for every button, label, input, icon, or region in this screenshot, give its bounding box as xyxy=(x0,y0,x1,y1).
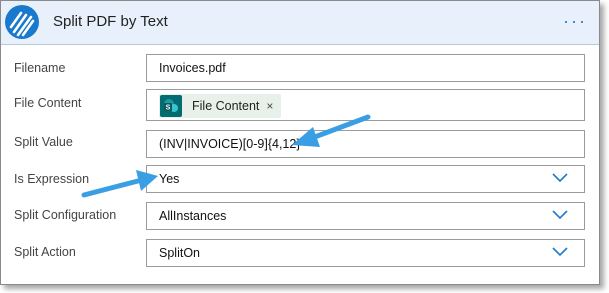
split-value-value: (INV|INVOICE)[0-9]{4,12} xyxy=(159,137,301,151)
is-expression-row: Is Expression Yes xyxy=(1,165,599,195)
file-content-label: File Content xyxy=(14,96,82,110)
file-content-input[interactable]: S File Content × xyxy=(146,89,585,121)
split-value-label: Split Value xyxy=(14,135,73,149)
chevron-down-icon[interactable] xyxy=(552,173,568,183)
split-value-row: Split Value (INV|INVOICE)[0-9]{4,12} xyxy=(1,130,599,160)
sharepoint-icon: S xyxy=(160,95,182,117)
split-value-input[interactable]: (INV|INVOICE)[0-9]{4,12} xyxy=(146,130,585,158)
action-card: Split PDF by Text ··· Filename Invoices.… xyxy=(0,0,600,285)
filename-row: Filename Invoices.pdf xyxy=(1,54,599,84)
is-expression-value: Yes xyxy=(159,172,180,186)
remove-token-icon[interactable]: × xyxy=(266,99,273,113)
token-label: File Content xyxy=(192,99,260,113)
dynamic-content-token[interactable]: S File Content × xyxy=(159,94,282,118)
more-options-icon[interactable]: ··· xyxy=(563,11,587,32)
filename-label: Filename xyxy=(14,61,66,75)
split-action-value: SplitOn xyxy=(159,246,200,260)
svg-text:S: S xyxy=(166,105,171,112)
split-action-label: Split Action xyxy=(14,245,76,259)
stripes-logo-icon xyxy=(5,5,39,39)
file-content-row: File Content S File Content × xyxy=(1,89,599,123)
chevron-down-icon[interactable] xyxy=(552,247,568,257)
chevron-down-icon[interactable] xyxy=(552,210,568,220)
split-configuration-row: Split Configuration AllInstances xyxy=(1,202,599,232)
split-configuration-value: AllInstances xyxy=(159,209,227,223)
filename-value: Invoices.pdf xyxy=(159,61,226,75)
filename-input[interactable]: Invoices.pdf xyxy=(146,54,585,82)
is-expression-select[interactable]: Yes xyxy=(146,165,585,193)
split-action-row: Split Action SplitOn xyxy=(1,239,599,269)
split-action-select[interactable]: SplitOn xyxy=(146,239,585,267)
is-expression-label: Is Expression xyxy=(14,172,90,186)
split-configuration-select[interactable]: AllInstances xyxy=(146,202,585,230)
card-title: Split PDF by Text xyxy=(53,13,168,30)
split-configuration-label: Split Configuration xyxy=(14,208,117,222)
card-header[interactable]: Split PDF by Text ··· xyxy=(1,1,599,45)
